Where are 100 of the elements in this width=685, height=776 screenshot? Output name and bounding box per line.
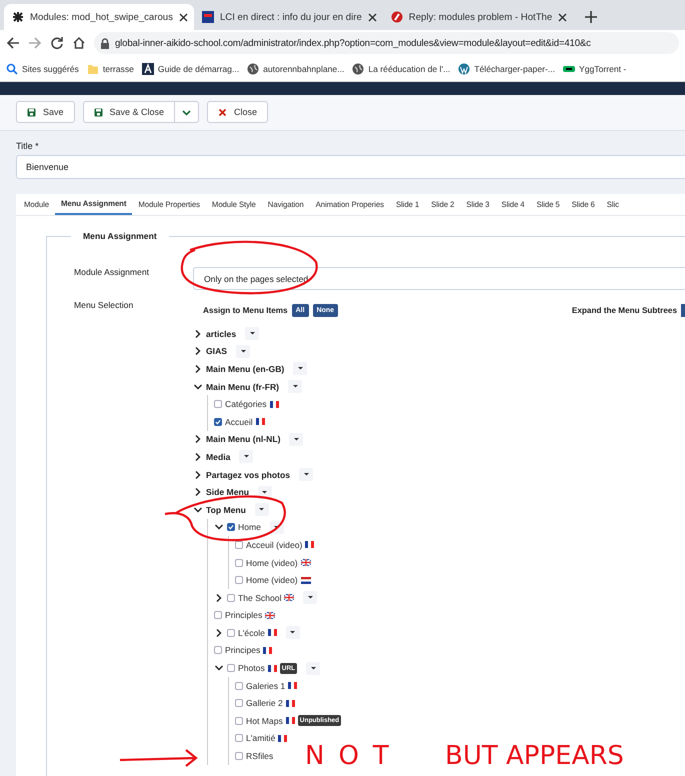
dropdown-button[interactable]	[288, 380, 302, 394]
chevron-right-icon[interactable]	[214, 628, 224, 638]
menu-item-label[interactable]: Acceuil (video)	[246, 540, 302, 550]
checkbox[interactable]	[235, 558, 243, 567]
bookmark[interactable]: Télécharger-paper-...	[458, 62, 555, 74]
chevron-right-icon[interactable]	[193, 328, 203, 339]
checkbox[interactable]	[235, 734, 243, 742]
menu-item-label[interactable]: Accueil	[225, 416, 253, 427]
menu-title[interactable]: Main Menu (fr-FR)	[206, 382, 280, 392]
assign-label: Assign to Menu Items	[203, 306, 288, 315]
bookmark[interactable]: YggTorrent -	[563, 62, 626, 74]
close-icon	[218, 108, 228, 116]
checkbox[interactable]	[227, 628, 235, 637]
close-icon[interactable]	[178, 12, 188, 22]
close-icon[interactable]	[558, 12, 568, 22]
title-input[interactable]: Bienvenue	[16, 155, 685, 179]
bookmark[interactable]: Guide de démarrag...	[142, 62, 240, 74]
dropdown-button[interactable]	[254, 503, 269, 516]
menu-title[interactable]: Media	[206, 452, 230, 462]
caret-down-icon	[244, 455, 249, 458]
bookmark[interactable]: Sites suggérés	[6, 62, 79, 74]
circle-logo-icon	[390, 11, 403, 23]
menu-item-label[interactable]: The School	[238, 592, 282, 603]
menu-item-label[interactable]: RSfiles	[246, 751, 274, 762]
chevron-right-icon[interactable]	[193, 434, 203, 444]
w-logo-icon	[458, 62, 470, 74]
checkbox[interactable]	[227, 523, 235, 532]
menu-item-label[interactable]: Home	[238, 522, 261, 532]
checkbox[interactable]	[235, 716, 243, 725]
menu-title[interactable]: articles	[206, 328, 236, 339]
menu-title[interactable]: Main Menu (en-GB)	[206, 364, 284, 374]
checkbox[interactable]	[235, 699, 243, 708]
toolbar-button[interactable]: Save	[16, 101, 75, 123]
reload-icon[interactable]	[50, 36, 64, 50]
checkbox[interactable]	[235, 752, 243, 760]
menu-item-label[interactable]: Principles	[225, 610, 262, 620]
checkbox[interactable]	[235, 576, 243, 584]
menu-item-label[interactable]: Catégories	[225, 399, 267, 410]
chevron-right-icon[interactable]	[193, 364, 203, 374]
dropdown-button[interactable]	[299, 468, 314, 482]
back-arrow-icon[interactable]	[6, 36, 20, 50]
menu-item-label[interactable]: Hot Maps	[246, 716, 283, 726]
menu-title[interactable]: GIAS	[206, 346, 228, 356]
dropdown-button[interactable]	[236, 344, 250, 358]
chevron-right-icon[interactable]	[193, 452, 203, 462]
dropdown-button[interactable]	[306, 662, 320, 675]
menu-item-label[interactable]: Photos	[238, 663, 265, 674]
handwritten-note: BUT APPEARS	[445, 740, 624, 772]
checkbox[interactable]	[227, 664, 235, 672]
handwritten-note: NOT	[305, 740, 403, 772]
fieldset-legend: Menu Assignment	[71, 231, 169, 241]
menu-item-label[interactable]: Principes	[225, 645, 260, 656]
chevron-down-icon[interactable]	[193, 382, 203, 392]
chevron-right-icon[interactable]	[214, 592, 224, 603]
chevron-right-icon[interactable]	[193, 487, 203, 498]
dropdown-button[interactable]	[245, 327, 260, 340]
home-icon[interactable]	[72, 36, 86, 50]
checkbox[interactable]	[214, 418, 222, 426]
chevron-down-icon[interactable]	[193, 504, 203, 515]
address-bar[interactable]: global-inner-aikido-school.com/administrator/index.php?option=com_modules&view=module&layout=edit&id=410&c	[94, 32, 679, 54]
caret-down-icon	[240, 350, 246, 353]
bookmark[interactable]: autorennbahnplane...	[247, 62, 344, 74]
checkbox[interactable]	[214, 646, 222, 654]
menu-item-label[interactable]: Gallerie 2	[246, 698, 283, 708]
menu-title[interactable]: Top Menu	[206, 504, 246, 515]
caret-down-icon	[308, 596, 313, 600]
menu-title[interactable]: Main Menu (nl-NL)	[206, 434, 280, 444]
menu-item-label[interactable]: Home (video)	[246, 575, 298, 586]
letter-logo-icon	[142, 62, 154, 74]
browser-tab[interactable]: Reply: modules problem - HotThe	[382, 4, 574, 30]
field-label: Module Assignment	[74, 267, 150, 277]
dropdown-button[interactable]	[293, 362, 308, 376]
browser-tab[interactable]: LCI en direct : info du jour en dire	[194, 4, 383, 30]
bookmark[interactable]: terrasse	[86, 62, 134, 74]
bookmark[interactable]: La rééducation de l'...	[352, 62, 450, 74]
checkbox[interactable]	[214, 611, 222, 620]
checkbox[interactable]	[227, 594, 235, 602]
menu-item-label[interactable]: L'école	[238, 628, 265, 638]
checkmark-icon	[215, 418, 221, 425]
checkbox[interactable]	[235, 682, 243, 690]
checkbox[interactable]	[214, 400, 222, 408]
chevron-right-icon[interactable]	[193, 346, 203, 356]
module-assignment-select[interactable]: Only on the pages selected	[193, 267, 685, 290]
menu-item-label[interactable]: Home (video)	[246, 558, 298, 568]
new-tab-icon[interactable]	[585, 11, 598, 23]
menu-item-label[interactable]: L'amitié	[246, 733, 276, 744]
dropdown-button[interactable]	[303, 591, 318, 604]
dropdown-button[interactable]	[289, 432, 304, 446]
lock-icon	[100, 38, 110, 48]
chevron-right-icon[interactable]	[193, 470, 203, 480]
toolbar-button[interactable]: Close	[207, 101, 268, 123]
dropdown-button[interactable]	[239, 450, 254, 464]
browser-tab[interactable]: Modules: mod_hot_swipe_carous	[4, 4, 194, 30]
chevron-down-icon	[182, 108, 192, 116]
toolbar-button[interactable]: Save & Close	[82, 101, 176, 123]
close-icon[interactable]	[368, 12, 377, 22]
menu-title[interactable]: Partagez vos photos	[206, 470, 290, 480]
menu-title[interactable]: Side Menu	[206, 487, 249, 498]
dropdown-button[interactable]	[286, 626, 300, 640]
menu-item-label[interactable]: Galeries 1	[246, 680, 286, 691]
